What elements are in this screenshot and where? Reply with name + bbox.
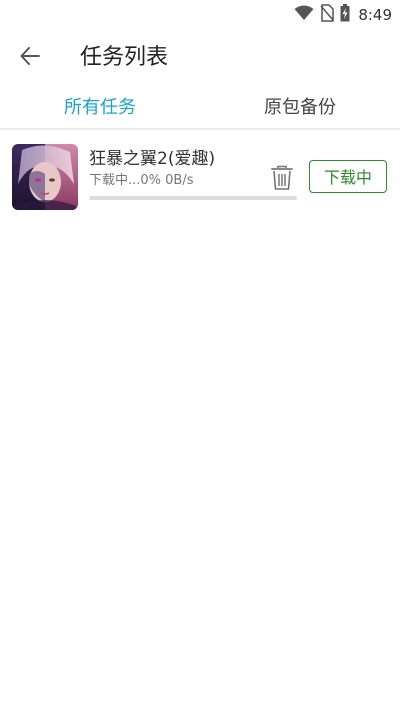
tab-bar: 所有任务 原包备份 — [0, 88, 400, 130]
status-time: 8:49 — [358, 6, 392, 24]
status-icons: 8:49 — [294, 4, 392, 26]
page-title: 任务列表 — [80, 45, 169, 70]
wifi-icon — [294, 5, 314, 25]
trash-icon — [270, 165, 294, 195]
delete-button[interactable] — [270, 165, 294, 191]
task-name: 狂暴之翼2(爱趣) — [89, 149, 216, 169]
arrow-left-icon — [20, 47, 40, 69]
task-status: 下载中...0% 0B/s — [89, 173, 194, 188]
progress-bar — [89, 196, 297, 200]
tab-original-backup[interactable]: 原包备份 — [200, 88, 400, 128]
back-button[interactable] — [14, 44, 46, 72]
app-bar: 任务列表 — [0, 36, 400, 80]
game-app-icon — [12, 144, 78, 210]
download-status-button[interactable]: 下载中 — [309, 160, 387, 193]
task-row[interactable]: 狂暴之翼2(爱趣) 下载中...0% 0B/s 下载中 — [0, 140, 400, 216]
no-sim-icon — [320, 4, 335, 26]
battery-charging-icon — [340, 4, 350, 26]
tab-all-tasks[interactable]: 所有任务 — [0, 88, 200, 128]
status-bar: 8:49 — [0, 0, 400, 26]
